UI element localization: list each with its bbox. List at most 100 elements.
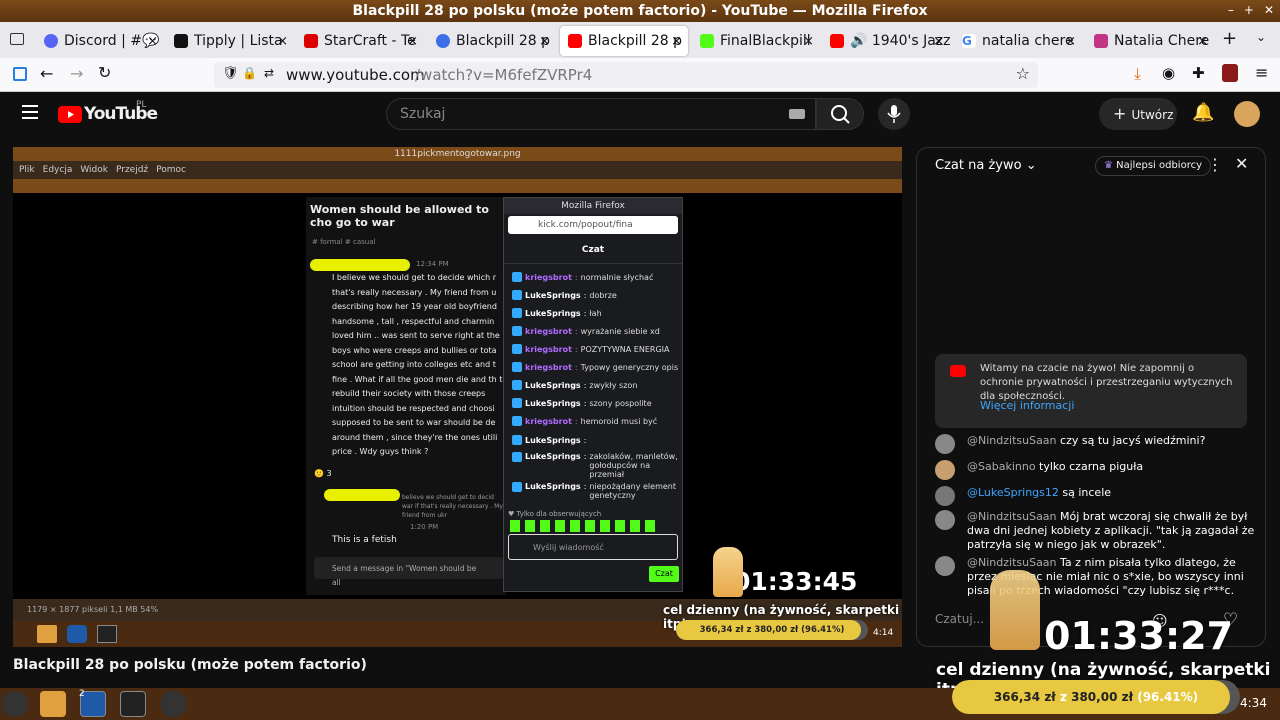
tab-bar: Discord | #💬 × Tipply | Lista × StarCraft … [0,22,1280,58]
tab-finalblackpill[interactable]: FinalBlackpill × [692,26,820,56]
start-menu-icon[interactable] [2,691,28,717]
top-fans-chip[interactable]: ♛ Najlepsi odbiorcy [1095,156,1212,176]
tab-tipply[interactable]: Tipply | Lista × [166,26,294,56]
avatar[interactable] [935,434,955,454]
minimize-button[interactable]: – [1228,3,1234,17]
post-title: Women should be allowed to cho go to war [310,203,489,229]
close-window-button[interactable]: ✕ [1264,3,1274,17]
forward-button[interactable]: → [70,64,83,83]
account-icon[interactable]: ◉ [1162,64,1175,82]
goal-progress-big: 366,34 zł z 380,00 zł (96.41%) [952,680,1240,714]
close-tab-icon[interactable]: × [803,34,814,49]
crown-icon: ♛ [1104,160,1113,171]
keyboard-icon[interactable] [789,109,805,119]
close-tab-icon[interactable]: × [1197,34,1208,49]
close-tab-icon[interactable]: × [539,34,550,49]
kick-message: LukeSprings: szony pospolite [504,394,682,412]
close-chat-icon[interactable]: ✕ [1235,154,1248,173]
avatar[interactable] [935,460,955,480]
new-tab-button[interactable]: + [1222,28,1237,49]
search-input[interactable]: Szukaj [386,98,816,130]
back-button[interactable]: ← [40,64,53,83]
video-player[interactable]: 1111pickmentogotowar.png Plik Edycja Widok… [13,147,902,647]
close-tab-icon[interactable]: × [277,34,288,49]
terminal-icon [97,625,117,643]
notifications-bell-icon[interactable]: 🔔 [1192,102,1214,123]
create-button[interactable]: + Utwórz [1099,98,1177,130]
chat-message[interactable]: @LukeSprings12 są incele [935,486,1255,506]
url-bar[interactable]: 🛡 🔒 ⇄ www.youtube.com /watch?v=M6fefZVRP… [214,62,1038,88]
video-title: Blackpill 28 po polsku (może potem facto… [13,657,367,673]
bookmark-star-icon[interactable]: ☆ [1016,64,1030,83]
reply-text: This is a fetish [332,535,397,545]
avatar[interactable] [935,486,955,506]
chat-author[interactable]: @Sabakinno [967,460,1036,473]
youtube-header: YouTube PL Szukaj + Utwórz 🔔 [0,92,1280,136]
badge-icon [512,290,522,300]
reload-button[interactable]: ↻ [98,63,111,82]
obs-icon[interactable] [160,691,186,717]
tab-instagram[interactable]: Natalia Chere × [1086,26,1214,56]
firefox-view-icon[interactable] [10,33,24,45]
chat-author[interactable]: @LukeSprings12 [967,486,1059,499]
firefox-taskbar-icon[interactable]: 2 [79,689,106,717]
more-options-icon[interactable]: ⋮ [1207,155,1223,174]
site-icon [436,34,450,48]
close-tab-icon[interactable]: × [671,34,682,49]
downloads-icon[interactable]: ⤓ [1134,64,1141,84]
close-tab-icon[interactable]: × [147,34,158,49]
badge-icon [512,326,522,336]
search-button[interactable] [816,98,864,130]
google-icon: G [962,34,976,48]
tab-discord[interactable]: Discord | #💬 × [36,26,164,56]
avatar[interactable] [1234,101,1260,127]
badge-icon [512,435,522,445]
badge-icon [512,398,522,408]
chat-message[interactable]: @Sabakinno tylko czarna piguła [935,460,1255,480]
tab-blackpill-1[interactable]: Blackpill 28 p × [428,26,556,56]
chat-message[interactable]: @NindzitsuSaan Ta z nim pisała tylko dla… [935,556,1255,598]
chat-mode-dropdown[interactable]: Czat na żywo ⌄ [935,158,1037,173]
close-tab-icon[interactable]: × [407,34,418,49]
tab-google[interactable]: Gnatalia chere × [954,26,1082,56]
kick-message: kriegsbrot: POZYTYWNA ENERGIA [504,340,682,358]
close-tab-icon[interactable]: × [933,34,944,49]
ublock-icon[interactable] [1222,64,1238,82]
permissions-icon[interactable]: ⇄ [264,66,274,80]
list-tabs-button[interactable]: ⌄ [1256,30,1266,44]
more-info-link[interactable]: Więcej informacji [980,399,1074,412]
lock-icon[interactable]: 🔒 [242,66,257,80]
voice-search-button[interactable] [878,98,910,130]
avatar[interactable] [935,556,955,576]
chat-author[interactable]: @NindzitsuSaan [967,510,1057,523]
kick-message: LukeSprings: niepożądany element genetycz… [504,480,682,510]
extensions-icon[interactable]: ✚ [1192,64,1205,82]
youtube-icon [304,34,318,48]
badge-icon [512,416,522,426]
shield-icon[interactable]: 🛡 [222,66,239,81]
menu-icon[interactable]: ≡ [1255,63,1268,82]
folder-icon[interactable] [40,691,66,717]
hamburger-menu-icon[interactable] [22,105,38,107]
youtube-logo-icon[interactable] [58,106,82,123]
avatar[interactable] [935,510,955,530]
goal-progress-small: 366,34 zł z 380,00 zł (96.41%) [676,620,868,640]
tab-blackpill-active[interactable]: Blackpill 28 p × [560,26,688,56]
chat-text: są incele [1062,486,1112,499]
chat-author[interactable]: @NindzitsuSaan [967,434,1057,447]
kick-chat-popout: Mozilla Firefox kick.com/popout/fina Cza… [503,197,683,592]
kick-url-bar: kick.com/popout/fina [508,216,678,234]
chat-message[interactable]: @NindzitsuSaan czy są tu jacyś wiedźmini… [935,434,1255,454]
close-tab-icon[interactable]: × [1065,34,1076,49]
terminal-icon[interactable] [120,691,146,717]
badge-icon [512,380,522,390]
tab-starcraft[interactable]: StarCraft - Te × [296,26,424,56]
sidebar-icon[interactable] [13,67,27,81]
maximize-button[interactable]: + [1244,3,1254,17]
chat-message[interactable]: @NindzitsuSaan Mój brat wczoraj się chwa… [935,510,1255,552]
redaction-highlight [310,259,410,271]
chat-author[interactable]: @NindzitsuSaan [967,556,1057,569]
tab-jazz[interactable]: 🔊 1940's Jazz × [822,26,950,56]
image-viewer-toolbar [13,179,902,193]
kick-message: LukeSprings: zwykły szon [504,376,682,394]
